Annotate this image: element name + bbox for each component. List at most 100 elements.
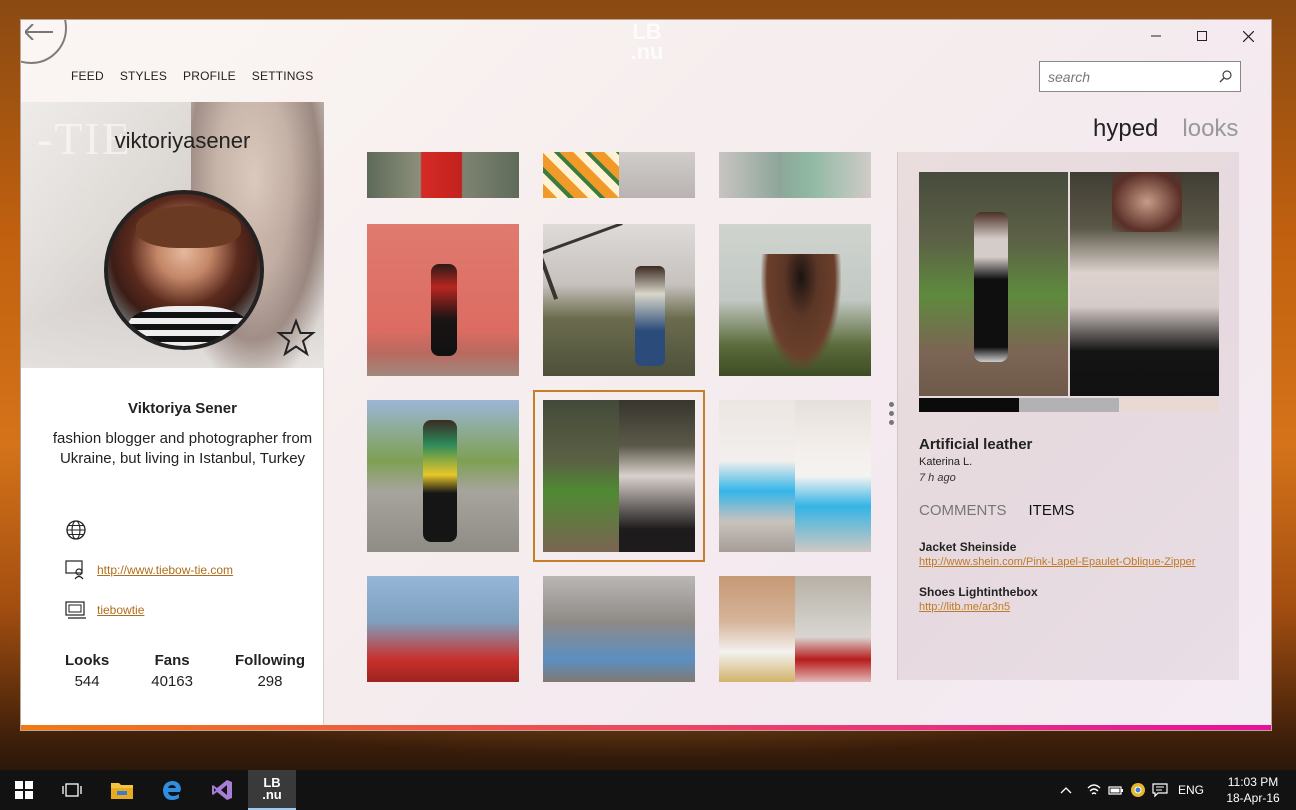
- tab-hyped[interactable]: hyped: [1093, 115, 1158, 143]
- look-thumbnail-selected[interactable]: [533, 390, 705, 562]
- list-item: Jacket Sheinside http://www.shein.com/Pi…: [919, 540, 1219, 568]
- app-logo: LB .nu: [619, 21, 675, 70]
- stat-value: 298: [257, 673, 283, 690]
- profile-stats: Looks 544 Fans 40163 Following 298: [65, 652, 305, 690]
- profile-card-icon: [65, 560, 84, 580]
- palette-swatch: [1119, 398, 1219, 412]
- look-thumbnail[interactable]: [367, 400, 519, 552]
- maximize-icon: [1197, 31, 1207, 41]
- back-arrow-icon: [25, 24, 53, 40]
- look-detail-image[interactable]: [919, 172, 1219, 396]
- chrome-icon[interactable]: [1130, 782, 1146, 798]
- minimize-icon: [1151, 35, 1161, 37]
- search-input[interactable]: [1048, 67, 1208, 87]
- look-thumbnail[interactable]: [719, 400, 871, 552]
- search-box: [1039, 61, 1241, 92]
- color-palette: [919, 398, 1219, 412]
- look-author[interactable]: Katerina L.: [919, 456, 972, 468]
- look-thumbnail[interactable]: [719, 224, 871, 376]
- look-title: Artificial leather: [919, 436, 1033, 453]
- item-name: Jacket Sheinside: [919, 540, 1017, 554]
- look-thumbnail[interactable]: [719, 576, 871, 682]
- stat-value: 544: [74, 673, 100, 690]
- stat-fans[interactable]: Fans 40163: [151, 652, 193, 690]
- palette-swatch: [1019, 398, 1119, 412]
- taskbar-edge[interactable]: [148, 770, 196, 810]
- taskbar-lbnu-app[interactable]: LB .nu: [248, 770, 296, 810]
- stat-label: Fans: [154, 652, 190, 669]
- task-view-icon: [62, 783, 82, 797]
- maximize-button[interactable]: [1179, 20, 1225, 52]
- stat-looks[interactable]: Looks 544: [65, 652, 109, 690]
- item-link[interactable]: http://www.shein.com/Pink-Lapel-Epaulet-…: [919, 556, 1219, 568]
- tab-looks[interactable]: looks: [1182, 115, 1238, 143]
- start-button[interactable]: [0, 770, 48, 810]
- look-detail-panel: Artificial leather Katerina L. 7 h ago C…: [897, 152, 1239, 680]
- more-options-icon[interactable]: [889, 402, 894, 425]
- close-icon: [1242, 30, 1254, 42]
- app-window: LB .nu FEED STYLES PROFILE SETTINGS -TIE…: [20, 19, 1272, 731]
- look-thumbnail[interactable]: [367, 224, 519, 376]
- nav-styles[interactable]: STYLES: [120, 69, 167, 83]
- look-thumbnail[interactable]: [719, 152, 871, 198]
- language-indicator[interactable]: ENG: [1178, 783, 1204, 797]
- look-thumbnail[interactable]: [367, 576, 519, 682]
- system-tray: ENG: [1060, 770, 1210, 810]
- task-view-button[interactable]: [48, 770, 96, 810]
- stat-following[interactable]: Following 298: [235, 652, 305, 690]
- list-item: Shoes Lightinthebox http://litb.me/ar3n5: [919, 585, 1219, 613]
- app-logo-line2: .nu: [630, 39, 664, 64]
- stat-label: Looks: [65, 652, 110, 669]
- profile-full-name: Viktoriya Sener: [128, 400, 237, 417]
- battery-icon[interactable]: [1108, 784, 1124, 796]
- profile-bio: fashion blogger and photographer from Uk…: [52, 430, 313, 467]
- tab-comments[interactable]: COMMENTS: [919, 502, 1007, 519]
- folder-icon: [111, 783, 133, 799]
- back-button[interactable]: [21, 20, 67, 64]
- nav-profile[interactable]: PROFILE: [183, 69, 236, 83]
- nav-feed[interactable]: FEED: [71, 69, 104, 83]
- look-thumbnail[interactable]: [543, 576, 695, 682]
- accent-bar: [21, 725, 1271, 730]
- blog-row: tiebowtie: [65, 601, 144, 619]
- location-row: [65, 519, 87, 541]
- palette-swatch: [919, 398, 1019, 412]
- item-link[interactable]: http://litb.me/ar3n5: [919, 601, 1219, 613]
- search-icon[interactable]: [1219, 70, 1232, 83]
- tab-items[interactable]: ITEMS: [1029, 502, 1075, 519]
- chevron-up-icon[interactable]: [1060, 786, 1072, 794]
- close-button[interactable]: [1225, 20, 1271, 52]
- profile-panel: -TIE viktoriyasener Viktoriya Sener fash…: [21, 102, 324, 727]
- action-center-icon[interactable]: [1152, 782, 1168, 798]
- look-thumbnail[interactable]: [543, 224, 695, 376]
- wifi-icon[interactable]: [1086, 783, 1102, 797]
- look-timestamp: 7 h ago: [919, 472, 956, 484]
- window-controls: [1133, 20, 1271, 52]
- profile-username: viktoriyasener: [114, 128, 251, 153]
- looks-grid: [367, 152, 877, 682]
- edge-icon: [163, 781, 181, 800]
- minimize-button[interactable]: [1133, 20, 1179, 52]
- item-name: Shoes Lightinthebox: [919, 585, 1038, 599]
- stat-value: 40163: [151, 673, 193, 690]
- globe-icon: [66, 520, 86, 540]
- blog-link[interactable]: tiebowtie: [97, 603, 144, 617]
- detail-tabs: COMMENTS ITEMS: [919, 502, 1074, 519]
- visual-studio-icon: [212, 780, 232, 800]
- clock-date: 18-Apr-16: [1226, 791, 1280, 805]
- look-thumbnail[interactable]: [543, 152, 695, 198]
- windows-icon: [15, 781, 33, 799]
- clock-time: 11:03 PM: [1227, 775, 1279, 789]
- taskbar: LB .nu ENG 11:03 PM 18-Apr-16: [0, 770, 1296, 810]
- avatar: [104, 190, 264, 350]
- stat-label: Following: [235, 652, 305, 669]
- taskbar-visual-studio[interactable]: [198, 770, 246, 810]
- look-thumbnail[interactable]: [367, 152, 519, 198]
- star-icon[interactable]: [276, 318, 316, 358]
- taskbar-clock[interactable]: 11:03 PM 18-Apr-16: [1220, 774, 1286, 806]
- profile-tabs: hyped looks: [1093, 115, 1238, 143]
- website-link[interactable]: http://www.tiebow-tie.com: [97, 563, 233, 577]
- taskbar-file-explorer[interactable]: [98, 770, 146, 810]
- main-nav: FEED STYLES PROFILE SETTINGS: [71, 69, 329, 83]
- nav-settings[interactable]: SETTINGS: [252, 69, 314, 83]
